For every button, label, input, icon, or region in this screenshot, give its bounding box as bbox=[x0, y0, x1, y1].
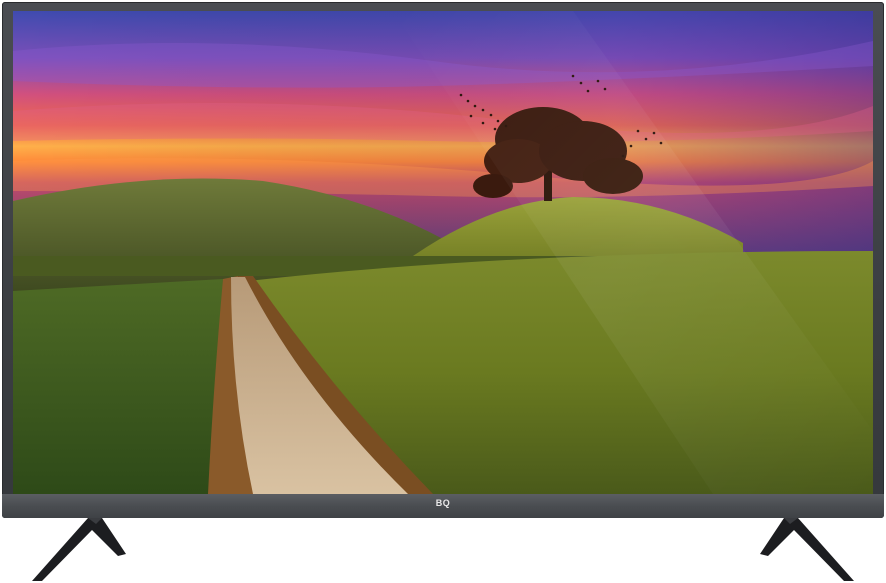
right-stand-leg bbox=[760, 518, 854, 581]
tv-screen bbox=[13, 11, 873, 494]
brand-logo: BQ bbox=[435, 498, 451, 508]
tv-product-image: BQ bbox=[0, 0, 886, 583]
left-stand-leg bbox=[32, 518, 126, 581]
landscape-wallpaper-image bbox=[13, 11, 873, 494]
